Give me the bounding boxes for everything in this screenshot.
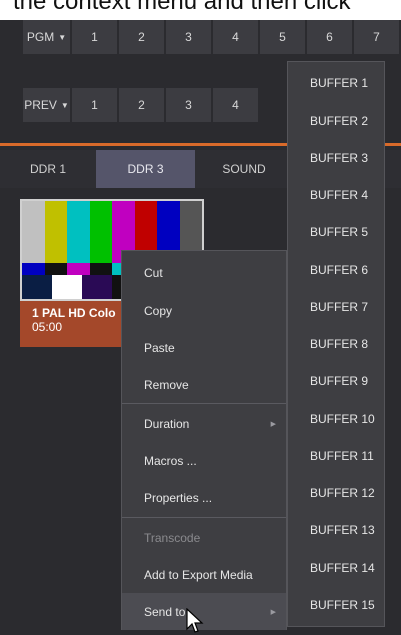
buffer-item-13[interactable]: BUFFER 13: [288, 511, 384, 548]
caret-down-icon: ▼: [58, 32, 67, 42]
menu-separator: [122, 403, 286, 404]
tab-ddr-3[interactable]: DDR 3: [96, 150, 195, 188]
menu-item-duration[interactable]: Duration ▶: [122, 405, 286, 442]
menu-item-label: Send to: [144, 604, 186, 619]
pgm-button-6[interactable]: 6: [307, 20, 352, 54]
buffer-item-15[interactable]: BUFFER 15: [288, 586, 384, 623]
prev-label: PREV: [24, 98, 57, 112]
prev-button-4[interactable]: 4: [213, 88, 258, 122]
prev-label-button[interactable]: PREV ▼: [23, 88, 70, 122]
pgm-button-2[interactable]: 2: [119, 20, 164, 54]
pgm-button-3[interactable]: 3: [166, 20, 211, 54]
buffer-item-14[interactable]: BUFFER 14: [288, 549, 384, 586]
menu-item-copy[interactable]: Copy: [122, 292, 286, 329]
mouse-pointer-icon: [186, 608, 204, 633]
buffer-item-6[interactable]: BUFFER 6: [288, 251, 384, 288]
menu-item-macros[interactable]: Macros ...: [122, 442, 286, 479]
buffer-item-12[interactable]: BUFFER 12: [288, 474, 384, 511]
pgm-bus: PGM ▼ 1 2 3 4 5 6 7: [23, 20, 401, 54]
menu-item-remove[interactable]: Remove: [122, 366, 286, 403]
buffer-item-1[interactable]: BUFFER 1: [288, 64, 384, 101]
prev-button-2[interactable]: 2: [119, 88, 164, 122]
menu-item-properties[interactable]: Properties ...: [122, 479, 286, 516]
submenu-arrow-icon: ▶: [270, 420, 276, 428]
pgm-button-4[interactable]: 4: [213, 20, 258, 54]
buffer-item-2[interactable]: BUFFER 2: [288, 102, 384, 139]
instruction-banner: the context menu and then click: [0, 0, 401, 20]
buffer-item-9[interactable]: BUFFER 9: [288, 362, 384, 399]
menu-separator: [122, 517, 286, 518]
pgm-label-button[interactable]: PGM ▼: [23, 20, 70, 54]
menu-item-add-to-export-media[interactable]: Add to Export Media: [122, 556, 286, 593]
prev-button-3[interactable]: 3: [166, 88, 211, 122]
context-menu: Cut Copy Paste Remove Duration ▶ Macros …: [121, 250, 287, 630]
buffer-item-11[interactable]: BUFFER 11: [288, 437, 384, 474]
menu-item-paste[interactable]: Paste: [122, 329, 286, 366]
tab-ddr-1[interactable]: DDR 1: [0, 150, 96, 188]
instruction-text: the context menu and then click: [13, 0, 351, 15]
submenu-arrow-icon: ▶: [270, 608, 276, 616]
prev-bus: PREV ▼ 1 2 3 4: [23, 88, 260, 122]
menu-item-label: Duration: [144, 416, 190, 431]
tab-sound[interactable]: SOUND: [195, 150, 293, 188]
buffer-item-10[interactable]: BUFFER 10: [288, 400, 384, 437]
prev-button-1[interactable]: 1: [72, 88, 117, 122]
buffer-item-5[interactable]: BUFFER 5: [288, 213, 384, 250]
pgm-button-7[interactable]: 7: [354, 20, 399, 54]
pgm-button-5[interactable]: 5: [260, 20, 305, 54]
pgm-button-1[interactable]: 1: [72, 20, 117, 54]
pgm-label: PGM: [26, 30, 55, 44]
caret-down-icon: ▼: [60, 100, 69, 110]
menu-item-cut[interactable]: Cut: [122, 254, 286, 291]
buffer-item-8[interactable]: BUFFER 8: [288, 325, 384, 362]
buffer-submenu: BUFFER 1 BUFFER 2 BUFFER 3 BUFFER 4 BUFF…: [287, 61, 385, 627]
buffer-item-4[interactable]: BUFFER 4: [288, 176, 384, 213]
buffer-item-7[interactable]: BUFFER 7: [288, 288, 384, 325]
menu-item-transcode: Transcode: [144, 530, 201, 545]
buffer-item-3[interactable]: BUFFER 3: [288, 139, 384, 176]
